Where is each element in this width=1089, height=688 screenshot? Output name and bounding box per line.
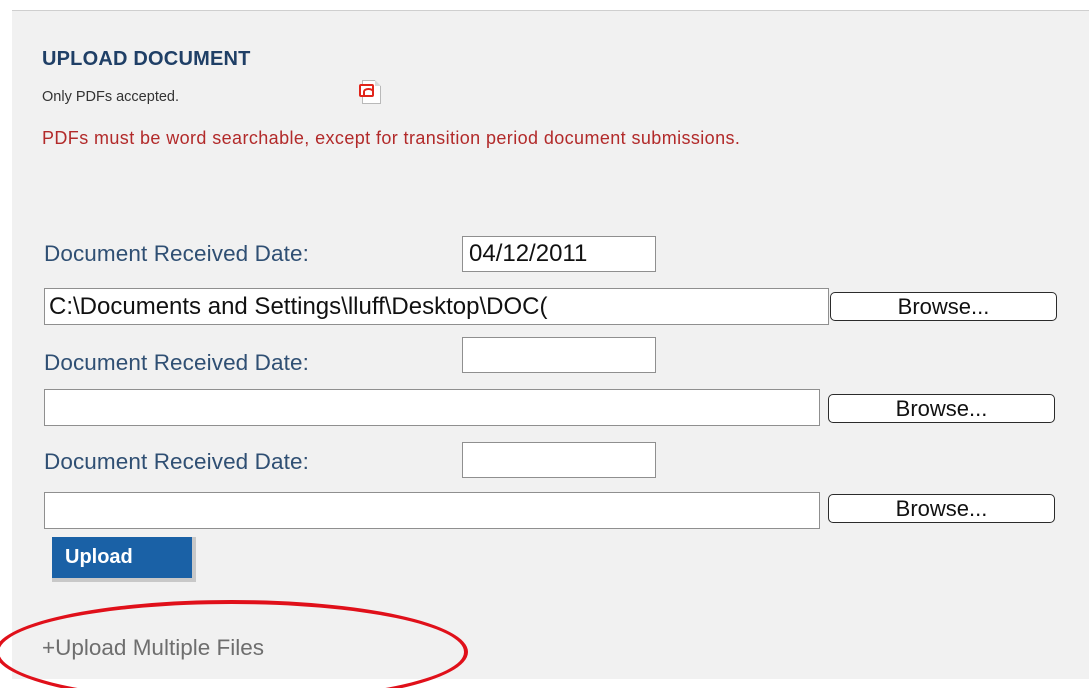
file-path-input-3[interactable] [44, 492, 820, 529]
pdf-only-note: Only PDFs accepted. [42, 89, 179, 105]
searchable-warning: PDFs must be word searchable, except for… [42, 128, 741, 148]
browse-button-1[interactable]: Browse... [830, 292, 1057, 321]
upload-button[interactable]: Upload [52, 537, 196, 582]
browse-button-2[interactable]: Browse... [828, 394, 1055, 423]
file-path-input-2[interactable] [44, 389, 820, 426]
date-label-3: Document Received Date: [44, 449, 309, 474]
browse-button-3[interactable]: Browse... [828, 494, 1055, 523]
file-path-input-1[interactable] [44, 288, 829, 325]
received-date-input-3[interactable] [462, 442, 656, 478]
pdf-file-icon [359, 80, 381, 104]
acrobat-mark-shape [359, 84, 374, 97]
upload-multiple-files-link[interactable]: +Upload Multiple Files [42, 635, 264, 661]
received-date-input-1[interactable] [462, 236, 656, 272]
received-date-input-2[interactable] [462, 337, 656, 373]
section-heading: UPLOAD DOCUMENT [42, 48, 251, 70]
date-label-1: Document Received Date: [44, 241, 309, 266]
page: UPLOAD DOCUMENT Only PDFs accepted. PDFs… [0, 0, 1089, 688]
date-label-2: Document Received Date: [44, 350, 309, 375]
page-fold-shape [375, 80, 381, 86]
